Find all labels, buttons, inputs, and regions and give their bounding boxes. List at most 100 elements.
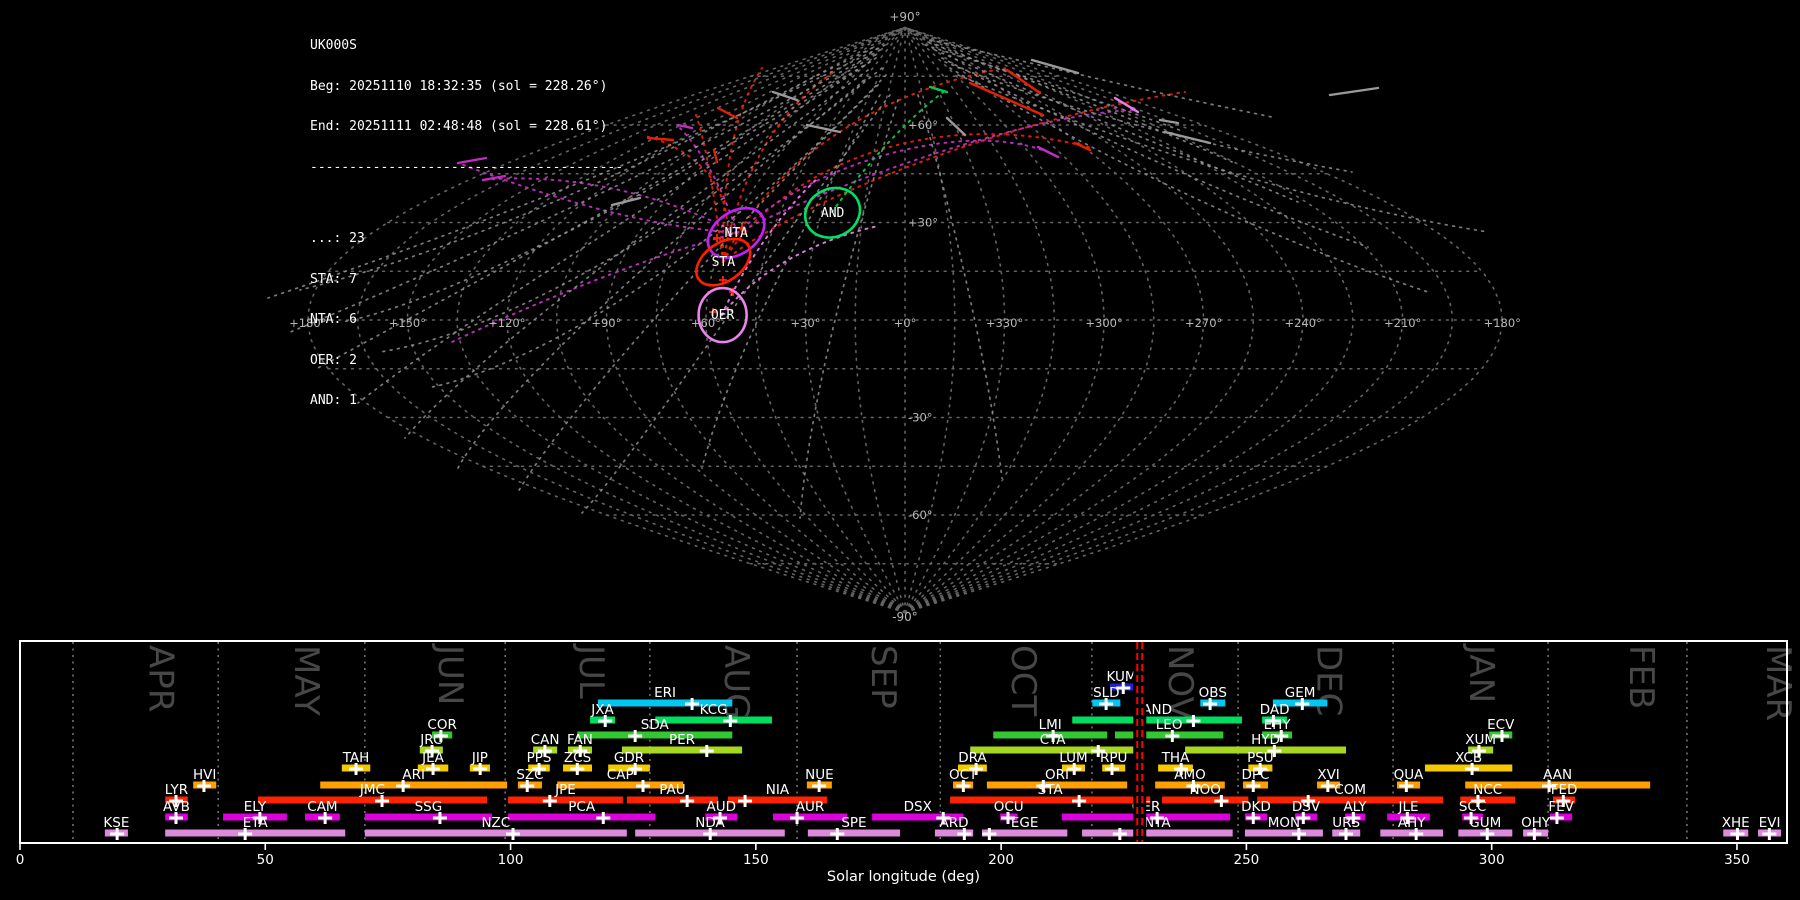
shower-code-eri: ERI <box>654 685 676 701</box>
shower-code-cap: CAP <box>607 767 634 783</box>
shower-code-xhe: XHE <box>1722 815 1750 831</box>
shower-code-dsx: DSX <box>904 799 932 815</box>
shower-code-gem: GEM <box>1285 685 1316 701</box>
shower-code-gdr: GDR <box>614 750 644 766</box>
gray-meteor-streak <box>1328 86 1380 97</box>
shower-code-pca: PCA <box>568 799 596 815</box>
gray-meteor-trail <box>957 74 1489 233</box>
shower-code-sda: SDA <box>641 717 670 733</box>
shower-code-szc: SZC <box>516 767 543 783</box>
pole-label-south: -90° <box>892 610 918 624</box>
shower-code-cta: CTA <box>1040 732 1067 748</box>
gray-meteor-trail <box>941 57 1369 248</box>
shower-code-kum: KUM <box>1107 669 1137 685</box>
month-label-feb: FEB <box>1621 645 1661 709</box>
magenta-meteor-trail <box>736 139 1049 234</box>
axis-tick-label: 150 <box>743 852 769 868</box>
shower-code-rpu: RPU <box>1100 750 1127 766</box>
shower-code-xum: XUM <box>1465 732 1496 748</box>
activity-timeline: APR MAY JUN JUL AUG SEP OCT NOV DEC JAN FEB MARKUME… <box>16 640 1798 885</box>
red-meteor-streak <box>1005 68 1042 95</box>
shower-code-gum: GUM <box>1469 815 1501 831</box>
shower-code-obs: OBS <box>1199 685 1227 701</box>
observation-header: UK000S Beg: 20251110 18:32:35 (sol = 228… <box>310 12 623 435</box>
axis-tick-label: 350 <box>1724 852 1750 868</box>
shower-code-nia: NIA <box>766 782 790 798</box>
gray-meteor-streak <box>1158 118 1180 125</box>
latitude-label: +30° <box>908 216 938 230</box>
axis-tick-label: 0 <box>16 852 25 868</box>
gray-meteor-trail <box>934 49 1299 203</box>
count-and: AND: 1 <box>310 393 357 408</box>
shower-code-lmi: LMI <box>1039 717 1062 733</box>
shower-code-fev: FEV <box>1548 799 1574 815</box>
shower-code-ari: ARI <box>402 767 425 783</box>
shower-code-tha: THA <box>1161 750 1190 766</box>
shower-code-qua: QUA <box>1394 767 1425 783</box>
count-sta: STA: 7 <box>310 271 357 287</box>
axis-tick-label: 300 <box>1479 852 1505 868</box>
marker-underlay <box>1133 642 1147 842</box>
gray-meteor-trail <box>924 44 1183 132</box>
shower-code-mon: MON <box>1268 815 1300 831</box>
latitude-label: +60° <box>908 118 938 132</box>
red-meteor-trail <box>722 91 1186 263</box>
meteor-station-summary-screen: UK000S Beg: 20251110 18:32:35 (sol = 228… <box>0 0 1800 900</box>
green-meteor-trail <box>831 89 947 213</box>
shower-code-and: AND <box>1142 702 1172 718</box>
month-label-jan: JAN <box>1461 643 1501 703</box>
shower-code-com: COM <box>1334 782 1366 798</box>
longitude-label: +30° <box>790 316 820 330</box>
shower-code-xcb: XCB <box>1455 750 1482 766</box>
shower-code-dkd: DKD <box>1241 799 1271 815</box>
pole-label-north: +90° <box>889 10 920 24</box>
shower-code-per: PER <box>669 732 695 748</box>
month-label-jul: JUL <box>571 643 611 699</box>
shower-code-noo: NOO <box>1190 782 1221 798</box>
shower-code-ohy: OHY <box>1521 815 1551 831</box>
gray-meteor-trail <box>799 99 899 519</box>
gray-meteor-streak <box>1030 58 1080 75</box>
month-label-apr: APR <box>141 645 181 712</box>
radiant-plus-marker <box>713 234 721 242</box>
shower-code-amo: AMO <box>1174 767 1206 783</box>
shower-code-jpe: JPE <box>554 782 576 798</box>
latitude-label: -60° <box>908 508 933 522</box>
longitude-label: +210° <box>1384 316 1421 330</box>
shower-code-aly: ALY <box>1343 799 1367 815</box>
shower-code-ssg: SSG <box>415 799 443 815</box>
axis-tick-label: 50 <box>257 852 274 868</box>
shower-code-jxa: JXA <box>590 702 614 718</box>
red-meteor-trail <box>722 133 1093 263</box>
longitude-label: +60° <box>691 316 721 330</box>
begin-time-line: Beg: 20251110 18:32:35 (sol = 228.26°) <box>310 78 608 94</box>
shower-code-ori: ORI <box>1045 767 1069 783</box>
axis-tick-label: 250 <box>1234 852 1260 868</box>
shower-code-pau: PAU <box>659 782 685 798</box>
shower-code-ahy: AHY <box>1398 815 1426 831</box>
station-id: UK000S <box>310 38 357 53</box>
shower-label-and: AND <box>821 206 845 221</box>
shower-code-ely: ELY <box>244 799 267 815</box>
gray-meteor-trail <box>581 94 891 514</box>
longitude-label: +270° <box>1185 316 1222 330</box>
divider-line: ---------------------------------------- <box>310 159 624 175</box>
shower-code-aur: AUR <box>796 799 825 815</box>
axis-tick-label: 200 <box>988 852 1014 868</box>
latitude-label: -30° <box>908 411 933 425</box>
axis-title: Solar longitude (deg) <box>827 869 980 885</box>
count-sporadic: ...: 23 <box>310 231 365 246</box>
month-label-oct: OCT <box>1003 645 1043 717</box>
shower-code-cam: CAM <box>307 799 337 815</box>
longitude-label: +180° <box>1484 316 1521 330</box>
shower-code-ehy: EHY <box>1264 717 1292 733</box>
month-label-mar: MAR <box>1758 645 1798 721</box>
shower-code-nta: NTA <box>1144 815 1171 831</box>
shower-code-aan: AAN <box>1543 767 1572 783</box>
green-meteor-streak <box>928 85 949 94</box>
shower-code-dra: DRA <box>958 750 987 766</box>
month-label-sep: SEP <box>863 645 903 709</box>
gray-meteor-streak <box>1163 130 1212 145</box>
red-meteor-streak <box>646 136 675 142</box>
sky-map-and-activity-plot: NTASTAOERAND+90°-90°+180° +150° +120° +90° +… <box>16 10 1798 885</box>
